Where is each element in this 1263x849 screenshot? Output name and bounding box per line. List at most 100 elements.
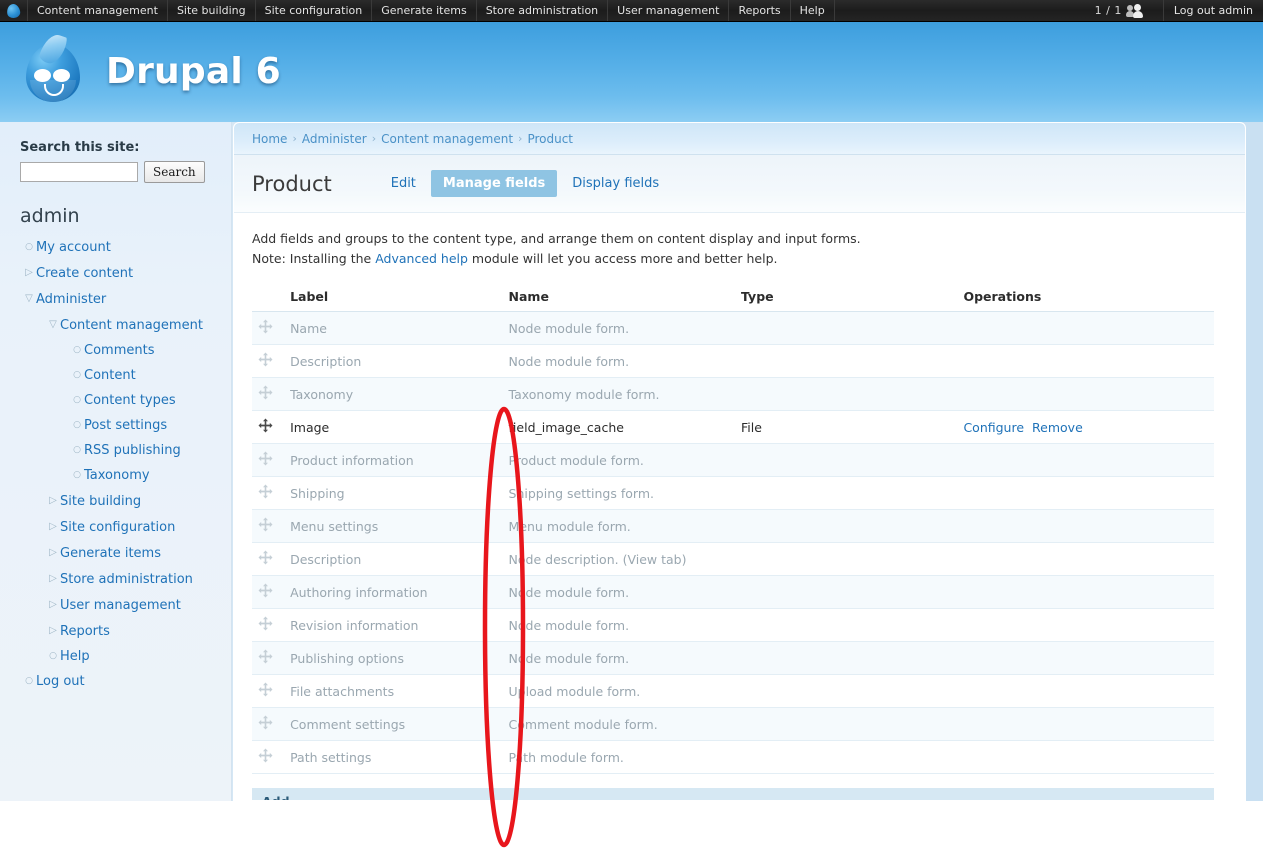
- sidebar-item-label[interactable]: Log out: [36, 671, 85, 692]
- drag-move-icon[interactable]: [258, 748, 273, 763]
- row-drag-cell[interactable]: [252, 608, 291, 642]
- sidebar-item-label[interactable]: Create content: [36, 263, 133, 284]
- sidebar-item-post-settings[interactable]: Post settings: [20, 413, 231, 438]
- toolbar-item-reports[interactable]: Reports: [729, 0, 791, 21]
- row-drag-cell[interactable]: [252, 641, 291, 675]
- table-row[interactable]: Path settings Path module form.: [252, 740, 1214, 774]
- sidebar-item-label[interactable]: Post settings: [84, 415, 167, 436]
- table-row[interactable]: Description Node description. (View tab): [252, 542, 1214, 576]
- tab-edit[interactable]: Edit: [382, 171, 425, 196]
- sidebar-item-label[interactable]: Content management: [60, 315, 203, 336]
- toolbar-drupal-logo[interactable]: [0, 0, 28, 21]
- drag-move-icon[interactable]: [258, 682, 273, 697]
- table-row[interactable]: Name Node module form.: [252, 311, 1214, 345]
- sidebar-item-reports[interactable]: Reports: [20, 618, 231, 644]
- drag-move-icon[interactable]: [258, 715, 273, 730]
- row-drag-cell[interactable]: [252, 377, 291, 411]
- drag-move-icon[interactable]: [258, 451, 273, 466]
- sidebar-item-store-administration[interactable]: Store administration: [20, 566, 231, 592]
- sidebar-item-label[interactable]: RSS publishing: [84, 440, 181, 461]
- drag-move-icon[interactable]: [258, 319, 273, 334]
- drag-move-icon[interactable]: [258, 616, 273, 631]
- table-row[interactable]: Publishing options Node module form.: [252, 641, 1214, 675]
- table-row[interactable]: Comment settings Comment module form.: [252, 707, 1214, 741]
- sidebar-item-administer[interactable]: Administer: [20, 286, 231, 312]
- drag-move-icon[interactable]: [258, 550, 273, 565]
- operation-remove-link[interactable]: Remove: [1032, 420, 1083, 435]
- table-row[interactable]: Description Node module form.: [252, 344, 1214, 378]
- site-logo-block[interactable]: Drupal 6: [22, 31, 281, 106]
- sidebar-item-label[interactable]: Help: [60, 646, 90, 667]
- row-drag-cell[interactable]: [252, 311, 291, 345]
- table-row[interactable]: Shipping Shipping settings form.: [252, 476, 1214, 510]
- sidebar-item-content-management[interactable]: Content management: [20, 312, 231, 338]
- sidebar-item-label[interactable]: Reports: [60, 621, 110, 642]
- sidebar-item-site-building[interactable]: Site building: [20, 488, 231, 514]
- drag-move-icon[interactable]: [258, 418, 273, 433]
- tab-manage-fields[interactable]: Manage fields: [430, 170, 558, 197]
- sidebar-item-label[interactable]: Site building: [60, 491, 141, 512]
- sidebar-item-label[interactable]: Taxonomy: [84, 465, 150, 486]
- breadcrumb-item-home[interactable]: Home: [252, 132, 287, 146]
- drag-move-icon[interactable]: [258, 583, 273, 598]
- advanced-help-link[interactable]: Advanced help: [375, 251, 468, 266]
- drag-move-icon[interactable]: [258, 649, 273, 664]
- drag-move-icon[interactable]: [258, 385, 273, 400]
- toolbar-item-user-management[interactable]: User management: [608, 0, 730, 21]
- tab-display-fields[interactable]: Display fields: [563, 171, 668, 196]
- row-drag-cell[interactable]: [252, 674, 291, 708]
- operation-configure-link[interactable]: Configure: [963, 420, 1024, 435]
- logout-button[interactable]: Log out admin: [1162, 0, 1263, 21]
- drag-move-icon[interactable]: [258, 517, 273, 532]
- breadcrumb-item-content-management[interactable]: Content management: [381, 132, 513, 146]
- table-row[interactable]: Menu settings Menu module form.: [252, 509, 1214, 543]
- search-input[interactable]: [20, 162, 138, 182]
- table-row[interactable]: Taxonomy Taxonomy module form.: [252, 377, 1214, 411]
- sidebar-item-my-account[interactable]: My account: [20, 235, 231, 260]
- toolbar-item-site-building[interactable]: Site building: [168, 0, 256, 21]
- table-row[interactable]: Revision information Node module form.: [252, 608, 1214, 642]
- sidebar-item-label[interactable]: Content: [84, 365, 136, 386]
- toolbar-item-store-administration[interactable]: Store administration: [477, 0, 609, 21]
- search-button[interactable]: Search: [144, 161, 205, 183]
- drag-move-icon[interactable]: [258, 484, 273, 499]
- row-drag-cell[interactable]: [252, 542, 291, 576]
- sidebar-item-label[interactable]: Comments: [84, 340, 154, 361]
- sidebar-item-rss-publishing[interactable]: RSS publishing: [20, 438, 231, 463]
- sidebar-item-help[interactable]: Help: [20, 644, 231, 669]
- toolbar-item-help[interactable]: Help: [791, 0, 835, 21]
- table-row[interactable]: Product information Product module form.: [252, 443, 1214, 477]
- breadcrumb-item-administer[interactable]: Administer: [302, 132, 367, 146]
- sidebar-item-content[interactable]: Content: [20, 363, 231, 388]
- sidebar-item-label[interactable]: Site configuration: [60, 517, 175, 538]
- toolbar-item-site-configuration[interactable]: Site configuration: [256, 0, 373, 21]
- sidebar-item-comments[interactable]: Comments: [20, 338, 231, 363]
- sidebar-item-generate-items[interactable]: Generate items: [20, 540, 231, 566]
- drag-move-icon[interactable]: [258, 352, 273, 367]
- sidebar-item-log-out[interactable]: Log out: [20, 669, 231, 694]
- sidebar-item-label[interactable]: Administer: [36, 289, 106, 310]
- row-drag-cell[interactable]: [252, 476, 291, 510]
- sidebar-item-label[interactable]: My account: [36, 237, 111, 258]
- sidebar-item-content-types[interactable]: Content types: [20, 388, 231, 413]
- sidebar-item-site-configuration[interactable]: Site configuration: [20, 514, 231, 540]
- row-drag-cell[interactable]: [252, 410, 291, 444]
- breadcrumb-item-product[interactable]: Product: [527, 132, 573, 146]
- row-drag-cell[interactable]: [252, 509, 291, 543]
- row-drag-cell[interactable]: [252, 443, 291, 477]
- toolbar-item-content-management[interactable]: Content management: [28, 0, 168, 21]
- toolbar-item-generate-items[interactable]: Generate items: [372, 0, 477, 21]
- sidebar-item-label[interactable]: Content types: [84, 390, 176, 411]
- table-row[interactable]: Authoring information Node module form.: [252, 575, 1214, 609]
- sidebar-item-taxonomy[interactable]: Taxonomy: [20, 463, 231, 488]
- table-row[interactable]: File attachments Upload module form.: [252, 674, 1214, 708]
- sidebar-item-label[interactable]: Store administration: [60, 569, 193, 590]
- row-drag-cell[interactable]: [252, 707, 291, 741]
- row-drag-cell[interactable]: [252, 575, 291, 609]
- sidebar-item-create-content[interactable]: Create content: [20, 260, 231, 286]
- row-drag-cell[interactable]: [252, 344, 291, 378]
- sidebar-item-label[interactable]: User management: [60, 595, 181, 616]
- sidebar-item-label[interactable]: Generate items: [60, 543, 161, 564]
- sidebar-item-user-management[interactable]: User management: [20, 592, 231, 618]
- row-drag-cell[interactable]: [252, 740, 291, 774]
